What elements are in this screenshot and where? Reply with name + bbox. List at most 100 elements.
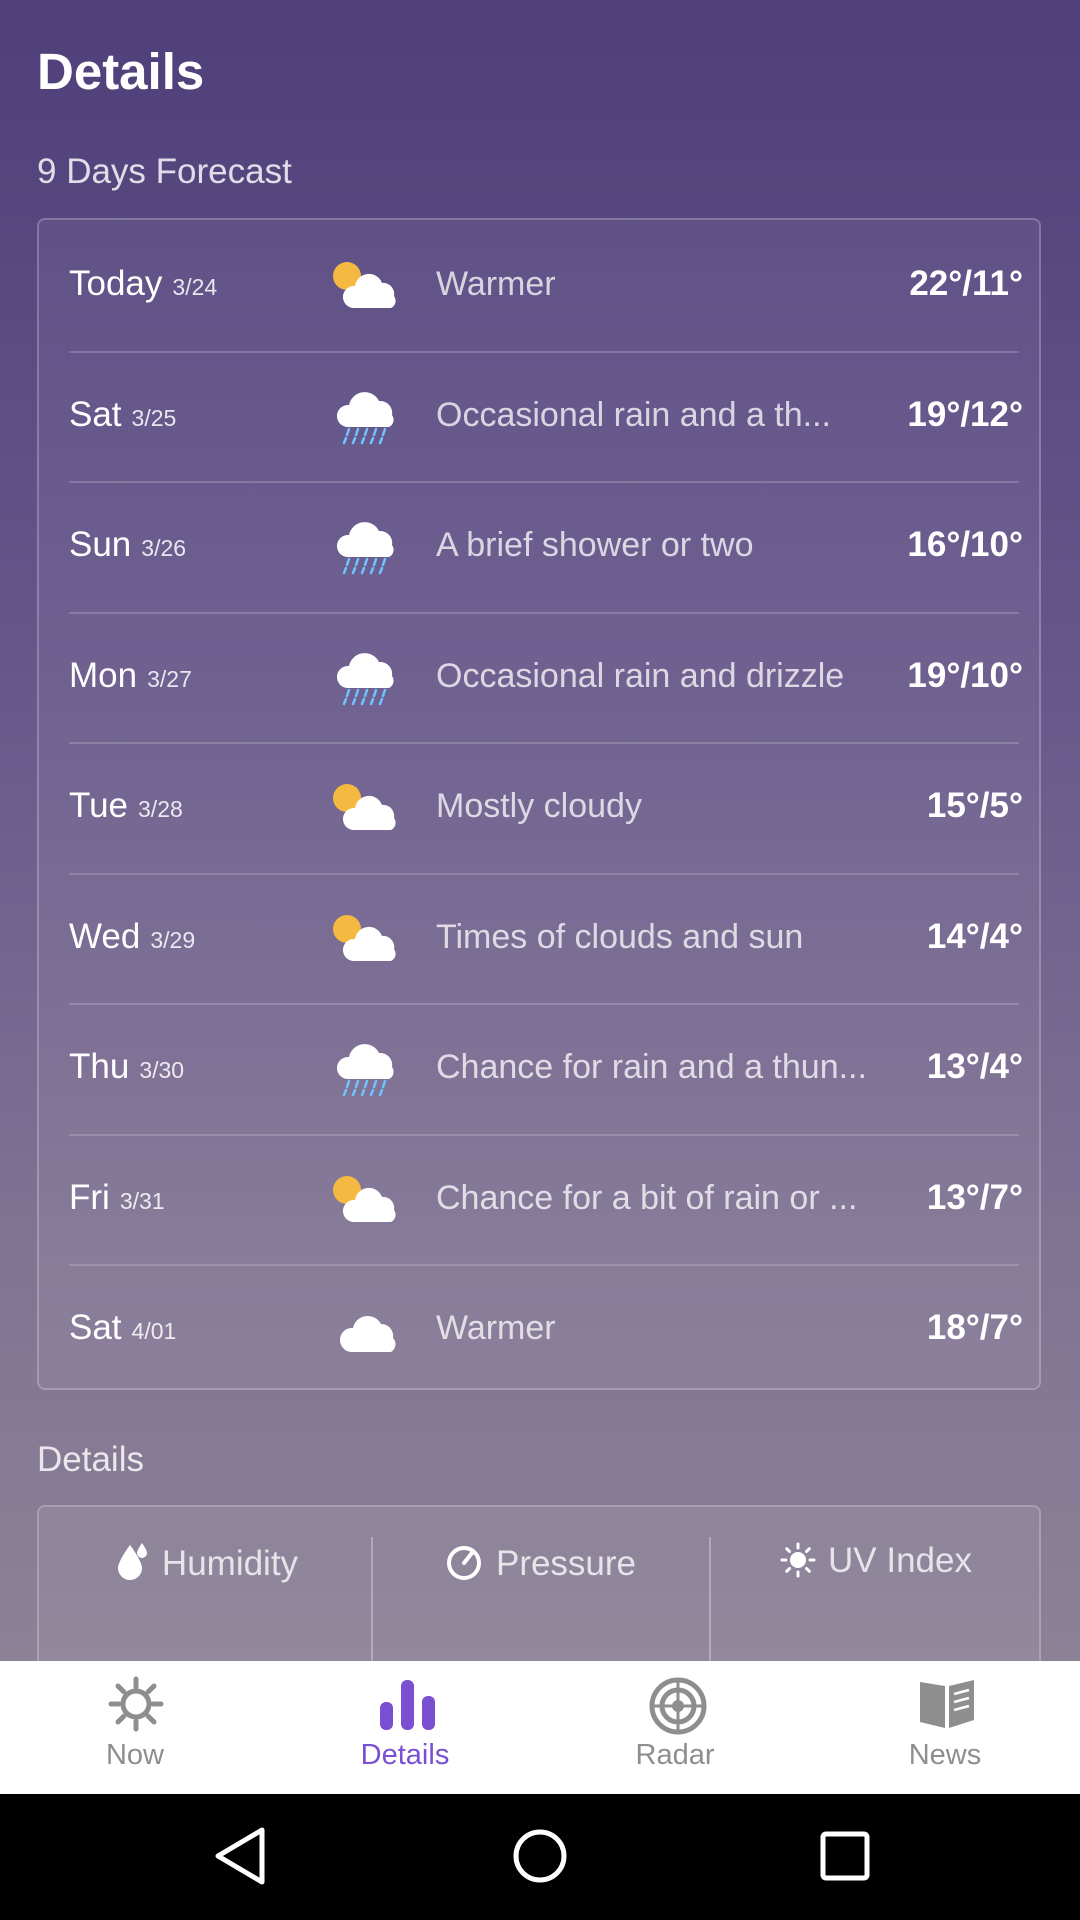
radar-icon [649, 1677, 707, 1735]
tab-humidity-label: Humidity [161, 1544, 299, 1583]
forecast-day: Tue 3/28 [69, 786, 183, 826]
forecast-row[interactable]: Thu 3/30 Chance for rain and a thun... 13°/… [39, 1003, 1043, 1133]
forecast-day: Today 3/24 [69, 264, 217, 304]
weather-icon-container [331, 260, 403, 312]
day-name: Today [69, 264, 163, 303]
forecast-description: Warmer [436, 265, 556, 303]
weather-icon-container [331, 1304, 403, 1356]
tab-pressure-label: Pressure [495, 1544, 637, 1583]
forecast-day: Sat 3/25 [69, 395, 176, 435]
forecast-temperature: 18°/7° [926, 1308, 1023, 1347]
forecast-description: Chance for a bit of rain or ... [436, 1178, 858, 1217]
forecast-row[interactable]: Sun 3/26 A brief shower or two 16°/10° [39, 481, 1043, 611]
book-icon [920, 1680, 974, 1728]
forecast-row[interactable]: Tue 3/28 Mostly cloudy 15°/5° [39, 742, 1043, 872]
droplet-icon [117, 1543, 147, 1580]
app-screen: Details 9 Days Forecast Today 3/24 Warmer 2… [0, 0, 1080, 1661]
day-name: Thu [69, 1047, 130, 1086]
forecast-temperature: 14°/4° [926, 916, 1023, 956]
tab-uv-index[interactable]: UV Index [709, 1507, 1043, 1661]
forecast-day: Wed 3/29 [69, 917, 195, 957]
forecast-description: Warmer [436, 1309, 556, 1347]
recents-icon[interactable] [815, 1824, 875, 1888]
forecast-card: Today 3/24 Warmer 22°/11° Sat 3/25 Occasional … [37, 218, 1041, 1390]
forecast-row[interactable]: Sat 3/25 Occasional rain and a th... 19°/12… [39, 351, 1043, 481]
forecast-row[interactable]: Wed 3/29 Times of clouds and sun 14°/4° [39, 873, 1043, 1003]
home-icon[interactable] [510, 1824, 570, 1888]
weather-icon-container [331, 1174, 403, 1226]
forecast-temperature: 15°/5° [926, 786, 1023, 825]
nav-news[interactable]: News [810, 1661, 1080, 1794]
forecast-row[interactable]: Mon 3/27 Occasional rain and drizzle 19°/10… [39, 612, 1043, 742]
weather-icon-container [331, 913, 403, 965]
back-icon[interactable] [210, 1824, 270, 1888]
day-date: 3/27 [147, 665, 192, 692]
nav-now-label: Now [105, 1739, 164, 1771]
weather-icon-container [331, 391, 403, 444]
forecast-day: Fri 3/31 [69, 1178, 165, 1218]
day-date: 3/25 [131, 404, 177, 431]
day-date: 3/29 [150, 926, 196, 953]
weather-icon-container [331, 782, 403, 834]
rain-icon [336, 1044, 394, 1097]
weather-icon-container [331, 652, 403, 705]
partly-cloudy-icon [333, 1175, 396, 1222]
day-name: Fri [69, 1177, 110, 1217]
day-date: 3/26 [141, 535, 187, 561]
forecast-temperature: 13°/4° [926, 1047, 1023, 1086]
forecast-description: Occasional rain and a th... [436, 395, 832, 434]
day-date: 4/01 [131, 1318, 177, 1344]
nav-news-label: News [908, 1739, 982, 1771]
day-name: Mon [69, 655, 138, 695]
day-name: Tue [69, 786, 129, 825]
cloud-icon [339, 1315, 396, 1352]
day-date: 3/30 [139, 1057, 185, 1083]
details-section-title: Details [37, 1440, 144, 1479]
day-name: Sat [69, 1308, 122, 1347]
nav-radar-label: Radar [635, 1739, 715, 1771]
forecast-day: Sat 4/01 [69, 1308, 176, 1348]
weather-icon-container [331, 521, 403, 575]
bottom-navigation: Now Details Radar News [0, 1661, 1080, 1794]
forecast-day: Sun 3/26 [69, 525, 186, 565]
forecast-day: Thu 3/30 [69, 1047, 184, 1087]
forecast-description: Occasional rain and drizzle [436, 656, 845, 695]
tab-humidity[interactable]: Humidity [39, 1507, 373, 1661]
weather-icon-container [331, 1043, 403, 1097]
forecast-description: Mostly cloudy [436, 787, 642, 825]
partly-cloudy-icon [333, 914, 396, 961]
sun-gear-icon [108, 1676, 164, 1732]
forecast-description: Times of clouds and sun [436, 917, 804, 956]
forecast-temperature: 19°/12° [907, 394, 1023, 434]
bar-chart-icon [380, 1680, 435, 1730]
day-date: 3/31 [119, 1187, 165, 1214]
forecast-temperature: 19°/10° [907, 655, 1023, 695]
day-date: 3/24 [172, 274, 218, 300]
nav-radar[interactable]: Radar [540, 1661, 810, 1794]
forecast-row[interactable]: Sat 4/01 Warmer 18°/7° [39, 1264, 1043, 1394]
partly-cloudy-icon [333, 784, 396, 830]
forecast-row[interactable]: Fri 3/31 Chance for a bit of rain or ... 13… [39, 1134, 1043, 1264]
nav-now[interactable]: Now [0, 1661, 270, 1794]
nav-details[interactable]: Details [270, 1661, 540, 1794]
nav-details-label: Details [360, 1739, 450, 1771]
gauge-icon [446, 1546, 481, 1580]
tab-pressure[interactable]: Pressure [373, 1507, 707, 1661]
forecast-day: Mon 3/27 [69, 656, 192, 696]
page-title: Details [37, 43, 205, 100]
tab-uv-index-label: UV Index [828, 1541, 972, 1580]
forecast-temperature: 16°/10° [907, 525, 1023, 564]
day-name: Wed [69, 916, 141, 956]
forecast-description: A brief shower or two [436, 526, 754, 564]
forecast-row[interactable]: Today 3/24 Warmer 22°/11° [39, 220, 1043, 350]
system-navigation-bar [0, 1794, 1080, 1920]
day-name: Sat [69, 394, 122, 434]
forecast-temperature: 13°/7° [926, 1177, 1023, 1217]
rain-icon [336, 391, 394, 444]
day-date: 3/28 [138, 796, 183, 822]
forecast-description: Chance for rain and a thun... [436, 1048, 867, 1086]
forecast-temperature: 22°/11° [909, 264, 1023, 303]
day-name: Sun [69, 525, 132, 564]
forecast-section-title: 9 Days Forecast [37, 152, 292, 191]
rain-icon [336, 652, 394, 705]
